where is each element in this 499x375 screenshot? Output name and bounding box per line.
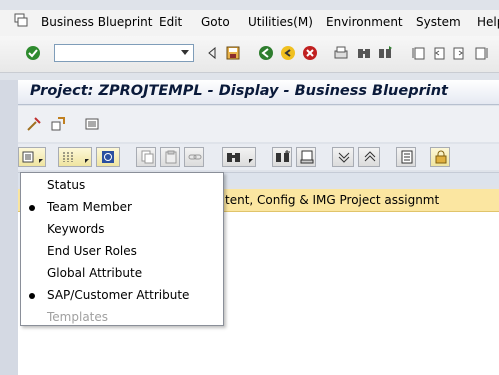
find-next-icon[interactable] [377, 45, 393, 61]
separator-arrow-icon [208, 46, 216, 60]
tab-selection-button[interactable] [18, 147, 46, 167]
last-page-icon[interactable] [473, 45, 489, 61]
lock-icon [435, 150, 447, 164]
menu-item-label: Status [47, 178, 86, 192]
menu-environment[interactable]: Environment [326, 15, 403, 29]
collapse-button[interactable] [358, 147, 380, 167]
menu-item-label: End User Roles [47, 244, 137, 258]
menu-item-label: Team Member [47, 200, 132, 214]
menu-item-end-user-roles[interactable]: End User Roles [21, 240, 223, 262]
tree-toolbar [18, 144, 499, 170]
title-bar: Project: ZPROJTEMPL - Display - Business… [18, 80, 499, 105]
details-icon [401, 150, 413, 164]
refresh-button[interactable] [96, 147, 120, 167]
save-icon[interactable] [225, 45, 241, 61]
back-icon[interactable] [258, 45, 274, 61]
find-next-button[interactable] [272, 147, 292, 167]
menu-item-label: Templates [47, 310, 109, 324]
link-button[interactable] [184, 147, 204, 167]
menu-help[interactable]: Help [477, 15, 499, 29]
binoculars-icon [227, 153, 240, 162]
dropdown-arrow-icon [249, 159, 253, 163]
selected-bullet-icon [29, 293, 35, 299]
first-page-icon[interactable] [411, 45, 427, 61]
menu-item-label: Global Attribute [47, 266, 143, 280]
command-field[interactable] [54, 44, 194, 62]
refresh-icon [102, 151, 114, 163]
application-toolbar [18, 106, 499, 142]
tree-root-label: tent, Config & IMG Project assignmt [225, 193, 440, 207]
copy-button[interactable] [136, 147, 156, 167]
other-object-icon[interactable] [50, 116, 66, 132]
tab-selection-menu: Status Team Member Keywords End User Rol… [20, 172, 224, 326]
exit-icon[interactable] [280, 45, 296, 61]
dropdown-arrow-icon [39, 159, 43, 163]
print-icon[interactable] [333, 45, 349, 61]
expand-button[interactable] [332, 147, 354, 167]
binoculars-plus-icon [276, 150, 290, 162]
menu-utilities[interactable]: Utilities(M) [248, 15, 313, 29]
menu-bar: Business Blueprint Edit Goto Utilities(M… [0, 10, 499, 36]
link-icon [188, 154, 202, 160]
menu-item-team-member[interactable]: Team Member [21, 196, 223, 218]
chevron-down-icon[interactable] [181, 50, 189, 55]
display-change-icon[interactable] [26, 116, 42, 132]
menu-business-blueprint[interactable]: Business Blueprint [41, 15, 152, 29]
layout-icon [63, 152, 73, 162]
find-button[interactable] [222, 147, 256, 167]
standard-toolbar [0, 36, 499, 73]
lock-button[interactable] [430, 147, 450, 167]
print-preview-button[interactable] [296, 147, 316, 167]
layout-button[interactable] [58, 147, 92, 167]
menu-item-templates: Templates [21, 306, 223, 328]
menu-item-global-attribute[interactable]: Global Attribute [21, 262, 223, 284]
paste-button[interactable] [160, 147, 180, 167]
copy-icon [141, 150, 154, 164]
print-preview-icon [300, 150, 314, 164]
next-page-icon[interactable] [451, 45, 467, 61]
collapse-icon [364, 151, 376, 162]
tab-selection-icon [22, 151, 34, 163]
menu-item-label: SAP/Customer Attribute [47, 288, 190, 302]
left-border [0, 80, 18, 375]
menu-item-sap-customer-attribute[interactable]: SAP/Customer Attribute [21, 284, 223, 306]
dropdown-arrow-icon [85, 159, 89, 163]
details-button[interactable] [396, 147, 416, 167]
page-title: Project: ZPROJTEMPL - Display - Business… [30, 83, 448, 99]
menu-goto[interactable]: Goto [201, 15, 230, 29]
expand-icon [338, 152, 350, 163]
menu-item-status[interactable]: Status [21, 174, 223, 196]
menu-item-keywords[interactable]: Keywords [21, 218, 223, 240]
previous-page-icon[interactable] [431, 45, 447, 61]
cancel-icon[interactable] [302, 45, 318, 61]
find-icon[interactable] [356, 45, 372, 61]
menu-item-label: Keywords [47, 222, 105, 236]
enter-icon[interactable] [25, 45, 41, 61]
selected-bullet-icon [29, 205, 35, 211]
paste-icon [165, 150, 177, 164]
menu-edit[interactable]: Edit [159, 15, 182, 29]
menu-system[interactable]: System [416, 15, 461, 29]
system-menu-icon[interactable] [14, 13, 28, 27]
list-icon[interactable] [84, 116, 100, 132]
